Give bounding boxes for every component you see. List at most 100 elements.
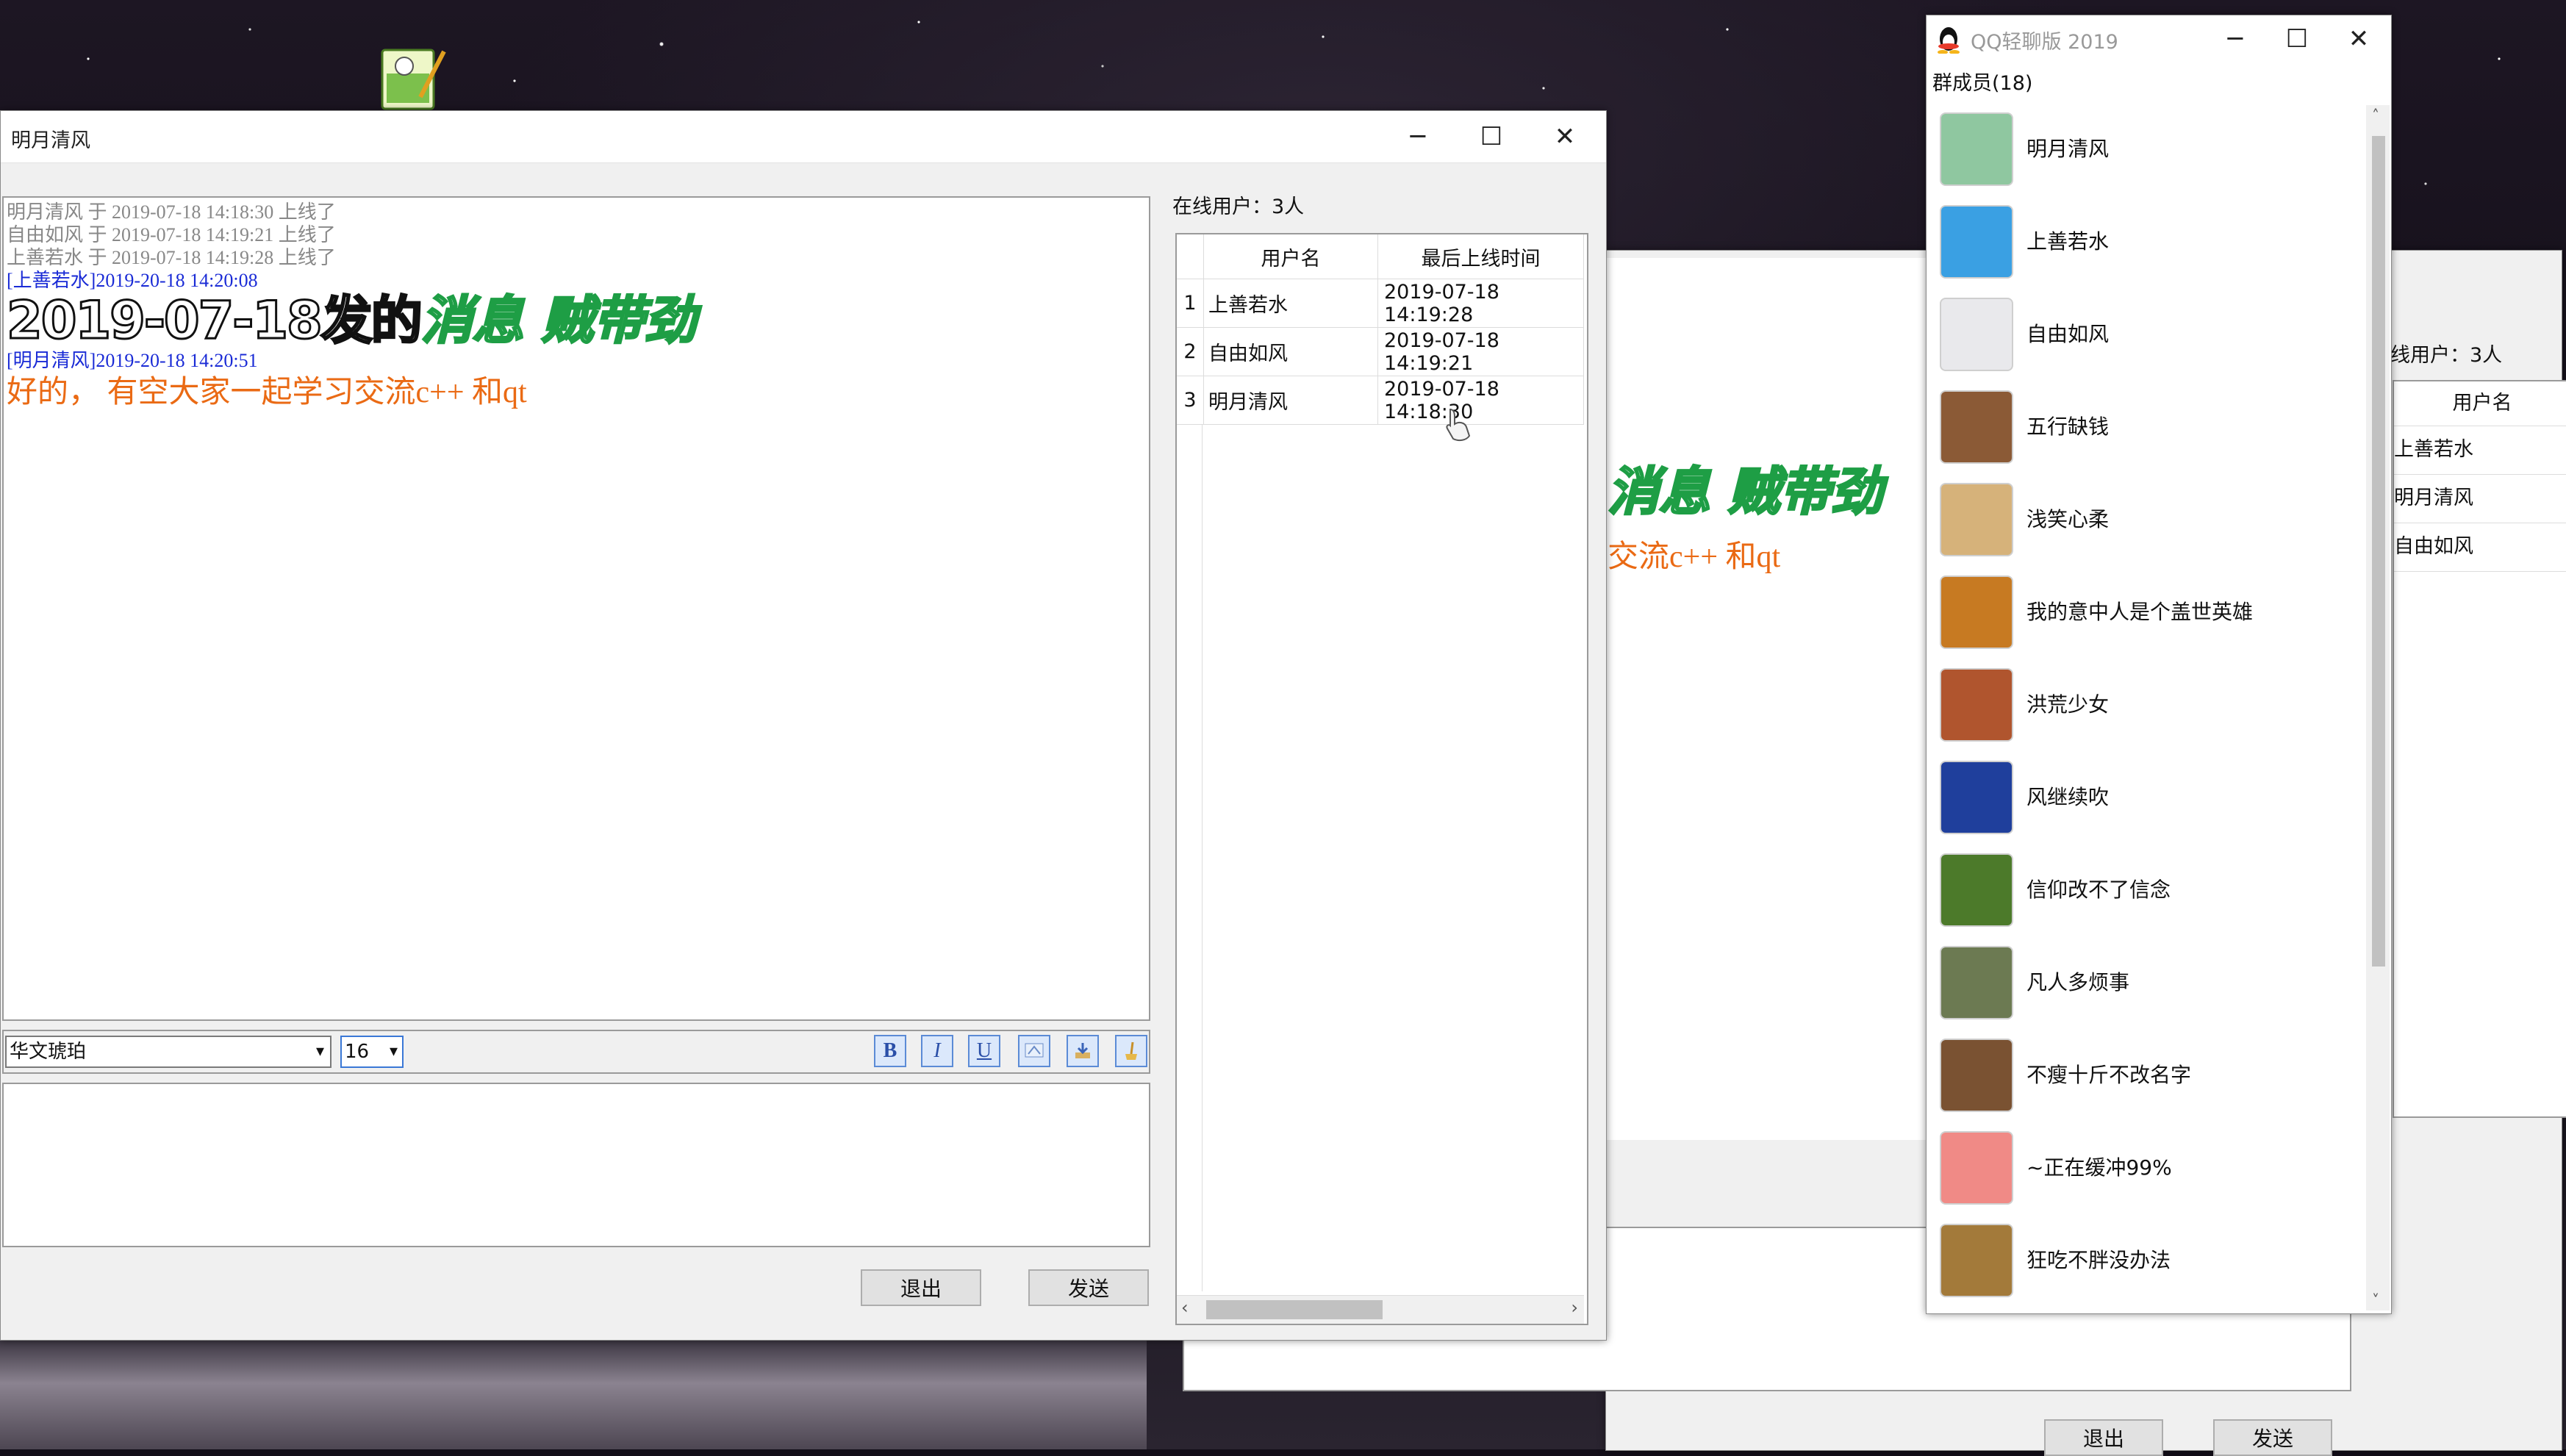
group-members-label: 群成员(18) (1932, 72, 2033, 95)
online-users-table[interactable]: 用户名 最后上线时间 1 上善若水 2019-07-18 14:19:28 2 … (1175, 233, 1588, 1325)
maximize-icon[interactable]: ☐ (2266, 15, 2328, 62)
avatar (1940, 1131, 2013, 1205)
back-quit-button[interactable]: 退出 (2044, 1419, 2163, 1456)
scrollbar-thumb[interactable] (1206, 1300, 1383, 1319)
scroll-up-icon[interactable]: ˄ (2372, 107, 2379, 124)
underline-button[interactable]: U (968, 1035, 1000, 1067)
back-table-row[interactable]: 明月清风 (2394, 474, 2566, 523)
avatar (1940, 761, 2013, 834)
member-name: 上善若水 (2026, 229, 2110, 254)
avatar (1940, 668, 2013, 742)
list-item[interactable]: 信仰改不了信念 (1938, 846, 2365, 928)
avatar (1940, 1039, 2013, 1112)
table-row[interactable]: 2 自由如风 2019-07-18 14:19:21 (1177, 327, 1584, 376)
scroll-right-icon[interactable]: › (1571, 1297, 1578, 1318)
online-users-label: 在线用户：3人 (1172, 196, 1305, 218)
scrollbar-thumb[interactable] (2372, 136, 2385, 967)
close-icon[interactable]: ✕ (1528, 111, 1602, 162)
avatar (1940, 390, 2013, 464)
format-toolbar: 华文琥珀 ▾ 16 ▾ B I U (2, 1030, 1150, 1074)
table-row[interactable]: 1 上善若水 2019-07-18 14:19:28 (1177, 279, 1584, 328)
chat-titlebar[interactable]: 明月清风 ─ ☐ ✕ (1, 111, 1606, 163)
list-item[interactable]: 浅笑心柔 (1938, 476, 2365, 558)
cell-time[interactable]: 2019-07-18 14:19:21 (1377, 327, 1584, 376)
system-line: 明月清风 于 2019-07-18 14:18:30 上线了 (7, 201, 336, 223)
size-combobox[interactable]: 16 ▾ (340, 1036, 404, 1068)
scroll-down-icon[interactable]: ˅ (2372, 1291, 2379, 1309)
row-index: 1 (1177, 279, 1204, 328)
list-item[interactable]: 五行缺钱 (1938, 383, 2365, 465)
list-item[interactable]: 风继续吹 (1938, 753, 2365, 836)
list-item[interactable]: 凡人多烦事 (1938, 939, 2365, 1021)
scroll-left-icon[interactable]: ‹ (1181, 1297, 1189, 1318)
back-send-button[interactable]: 发送 (2213, 1419, 2332, 1456)
back-table-row[interactable]: 自由如风 (2394, 523, 2566, 572)
horizontal-scrollbar[interactable]: ‹ › (1177, 1295, 1584, 1324)
cell-username[interactable]: 自由如风 (1203, 327, 1378, 376)
font-combobox[interactable]: 华文琥珀 ▾ (5, 1036, 331, 1068)
index-column-strip (1177, 424, 1203, 1291)
color-picker-icon[interactable] (1018, 1035, 1050, 1067)
chat-window[interactable]: 明月清风 ─ ☐ ✕ 明月清风 于 2019-07-18 14:18:30 上线… (0, 110, 1607, 1341)
cell-time[interactable]: 2019-07-18 14:19:28 (1377, 279, 1584, 328)
maximize-icon[interactable]: ☐ (1455, 111, 1528, 162)
members-list[interactable]: 明月清风 上善若水 自由如风 五行缺钱 浅笑心柔 我的意中人是个盖世英雄 洪荒少… (1928, 105, 2365, 1310)
member-name: 浅笑心柔 (2026, 507, 2110, 531)
message-meta: [明月清风]2019-20-18 14:20:51 (7, 350, 258, 371)
list-item[interactable]: 上善若水 (1938, 198, 2365, 280)
size-combobox-value: 16 (345, 1041, 370, 1063)
members-titlebar[interactable]: QQ轻聊版 2019 ─ ☐ ✕ (1927, 15, 2391, 62)
message-text-part: 2019-07-18发的 (6, 290, 424, 351)
chevron-down-icon: ▾ (389, 1042, 398, 1061)
send-button[interactable]: 发送 (1028, 1269, 1149, 1306)
minimize-icon[interactable]: ─ (1381, 111, 1455, 162)
table-header-row: 用户名 最后上线时间 (1177, 234, 1584, 279)
vertical-scrollbar[interactable]: ˄ ˅ (2366, 105, 2390, 1310)
back-message-text-a: 消息 贼带劲 (1606, 461, 1883, 523)
qq-penguin-icon (1938, 27, 1960, 54)
member-name: 狂吃不胖没办法 (2026, 1248, 2171, 1272)
message-text: 好的， 有空大家一起学习交流c++ 和qt (7, 376, 527, 409)
column-header-username[interactable]: 用户名 (1203, 234, 1378, 279)
minimize-icon[interactable]: ─ (2204, 15, 2266, 62)
list-item[interactable]: 明月清风 (1938, 105, 2365, 187)
cell-time[interactable]: 2019-07-18 14:18:30 (1377, 376, 1584, 425)
member-name: ~正在缓冲99% (2026, 1155, 2172, 1180)
quit-button[interactable]: 退出 (861, 1269, 981, 1306)
italic-button[interactable]: I (921, 1035, 953, 1067)
mountain-landscape (0, 1339, 1147, 1449)
back-table-header[interactable]: 用户名 (2394, 381, 2566, 426)
avatar (1940, 483, 2013, 556)
member-name: 明月清风 (2026, 137, 2110, 161)
back-table-row[interactable]: 上善若水 (2394, 426, 2566, 475)
cell-username[interactable]: 上善若水 (1203, 279, 1378, 328)
list-item[interactable]: 自由如风 (1938, 290, 2365, 373)
group-members-window[interactable]: QQ轻聊版 2019 ─ ☐ ✕ 群成员(18) 明月清风 上善若水 自由如风 … (1926, 15, 2392, 1314)
list-item[interactable]: 不瘦十斤不改名字 (1938, 1031, 2365, 1113)
members-window-title: QQ轻聊版 2019 (1971, 31, 2118, 54)
avatar (1940, 298, 2013, 371)
system-line: 上善若水 于 2019-07-18 14:19:28 上线了 (7, 247, 336, 268)
list-item[interactable]: 洪荒少女 (1938, 661, 2365, 743)
message-meta: [上善若水]2019-20-18 14:20:08 (7, 270, 258, 291)
clear-log-icon[interactable] (1115, 1035, 1147, 1067)
cell-username[interactable]: 明月清风 (1203, 376, 1378, 425)
member-name: 五行缺钱 (2026, 415, 2110, 439)
notepad-desktop-icon[interactable] (376, 46, 447, 113)
message-log[interactable]: 明月清风 于 2019-07-18 14:18:30 上线了 自由如风 于 20… (2, 196, 1150, 1021)
back-online-table[interactable]: 用户名 上善若水 明月清风 自由如风 (2393, 380, 2566, 1118)
save-log-icon[interactable] (1067, 1035, 1099, 1067)
bold-button[interactable]: B (874, 1035, 906, 1067)
row-index-header (1177, 234, 1204, 279)
avatar (1940, 853, 2013, 927)
list-item[interactable]: 狂吃不胖没办法 (1938, 1216, 2365, 1299)
font-combobox-value: 华文琥珀 (10, 1041, 87, 1063)
chat-window-title: 明月清风 (11, 129, 90, 152)
list-item[interactable]: ~正在缓冲99% (1938, 1124, 2365, 1206)
member-name: 洪荒少女 (2026, 692, 2110, 717)
list-item[interactable]: 我的意中人是个盖世英雄 (1938, 568, 2365, 650)
column-header-last-online[interactable]: 最后上线时间 (1377, 234, 1584, 279)
table-row[interactable]: 3 明月清风 2019-07-18 14:18:30 (1177, 376, 1584, 425)
close-icon[interactable]: ✕ (2328, 15, 2390, 62)
message-input[interactable] (2, 1083, 1150, 1247)
